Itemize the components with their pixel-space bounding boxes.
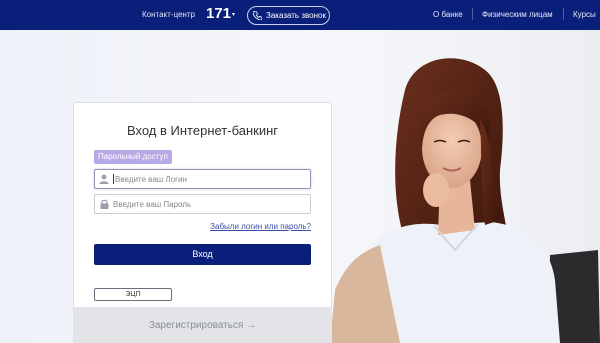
password-access-tab[interactable]: Парольный доступ (94, 150, 172, 164)
contact-phone-number[interactable]: 171 (206, 5, 231, 22)
phone-icon (253, 11, 262, 20)
lock-icon (95, 199, 113, 209)
login-input[interactable] (115, 174, 310, 184)
callback-button[interactable]: Заказать звонок (247, 6, 330, 25)
forgot-credentials-link[interactable]: Забыли логин или пароль? (210, 222, 311, 231)
contact-center-label: Контакт-центр (142, 10, 195, 19)
top-bar: Контакт-центр 171 ▾ Заказать звонок О ба… (0, 0, 600, 30)
nav-link-individuals[interactable]: Физическим лицам (482, 10, 553, 19)
user-icon (95, 174, 113, 184)
password-input[interactable] (113, 199, 310, 209)
password-field[interactable] (94, 194, 311, 214)
login-button[interactable]: Вход (94, 244, 311, 265)
nav-divider (563, 8, 564, 20)
text-cursor (113, 174, 114, 184)
login-panel: Вход в Интернет-банкинг Парольный доступ… (73, 102, 332, 343)
ecp-button[interactable]: ЭЦП (94, 288, 172, 301)
nav-link-about[interactable]: О банке (433, 10, 463, 19)
callback-button-label: Заказать звонок (266, 11, 326, 20)
nav-divider (472, 8, 473, 20)
nav-link-rates[interactable]: Курсы (573, 10, 596, 19)
login-field[interactable] (94, 169, 311, 189)
chevron-down-icon[interactable]: ▾ (232, 11, 235, 18)
login-title: Вход в Интернет-банкинг (126, 123, 279, 138)
register-button[interactable]: Зарегистрироваться → (73, 307, 332, 343)
hero-photo-woman (330, 30, 600, 343)
